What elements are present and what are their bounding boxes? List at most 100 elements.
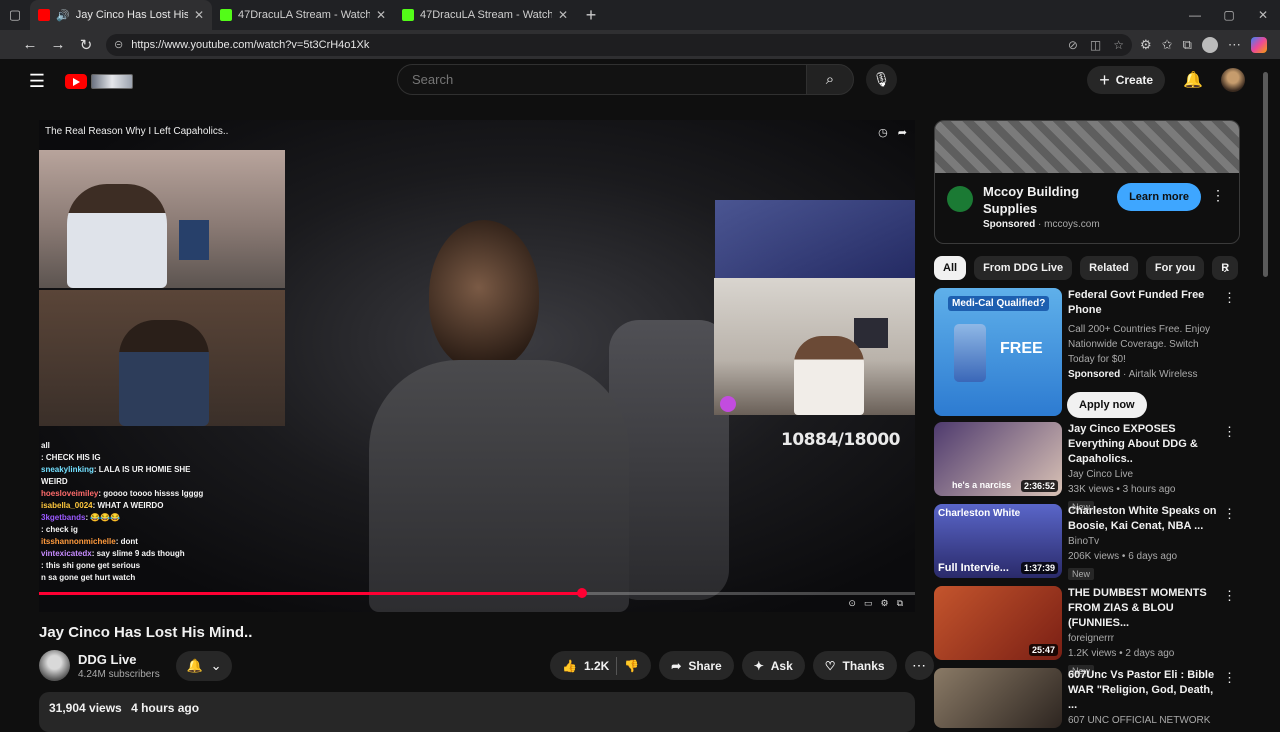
rec-options-icon[interactable]: ⋮	[1223, 424, 1236, 440]
channel-name[interactable]: DDG Live	[78, 652, 160, 667]
more-options-icon[interactable]: ⋯	[1228, 37, 1241, 53]
rec-item[interactable]: 607Unc Vs Pastor Eli : Bible WAR "Religi…	[934, 668, 1240, 728]
webcam-person-3	[794, 336, 864, 415]
advertiser-name[interactable]: Mccoy Building Supplies	[983, 183, 1103, 217]
lock-icon[interactable]: ⊝	[114, 38, 123, 51]
description-box[interactable]: 31,904 views 4 hours ago	[39, 692, 915, 732]
hamburger-menu-icon[interactable]: ☰	[17, 61, 57, 101]
progress-bar[interactable]	[39, 588, 915, 598]
close-window-icon[interactable]: ✕	[1246, 0, 1280, 30]
subtitles-icon[interactable]: ▭	[864, 598, 873, 609]
rec-title[interactable]: Jay Cinco EXPOSES Everything About DDG &…	[1068, 422, 1218, 467]
channel-avatar[interactable]	[39, 650, 70, 681]
thanks-button[interactable]: ♡ Thanks	[812, 651, 897, 680]
browser-tab-kick-1[interactable]: 47DracuLA Stream - Watch Live o ✕	[212, 0, 394, 30]
profile-icon[interactable]	[1201, 36, 1218, 53]
rec-options-icon[interactable]: ⋮	[1223, 670, 1236, 686]
url-bar[interactable]: ⊝ https://www.youtube.com/watch?v=5t3CrH…	[106, 33, 1132, 56]
speaker-icon[interactable]: 🔊	[56, 9, 70, 22]
copilot-icon[interactable]	[1250, 36, 1267, 53]
close-tab-icon[interactable]: ✕	[194, 8, 204, 22]
share-icon: ➦	[671, 658, 682, 673]
ask-button[interactable]: ✦ Ask	[741, 651, 805, 680]
chat-message: sneakylinking: LALA IS UR HOMIE SHE WEIR…	[41, 464, 211, 488]
tab-title: Jay Cinco Has Lost His Mind..	[75, 9, 188, 21]
chevron-right-icon[interactable]: ›	[1223, 260, 1228, 276]
forward-icon[interactable]: →	[44, 31, 72, 59]
ad-banner-image[interactable]	[935, 121, 1239, 173]
rec-channel[interactable]: BinoTv	[1068, 534, 1218, 549]
create-button[interactable]: + Create	[1087, 66, 1166, 94]
page-scrollbar[interactable]	[1263, 72, 1268, 277]
settings-icon[interactable]: ⚙	[880, 598, 888, 609]
rec-options-icon[interactable]: ⋮	[1223, 290, 1236, 306]
player-overlay-title[interactable]: The Real Reason Why I Left Capaholics..	[45, 126, 228, 137]
autoplay-toggle-icon[interactable]: ⊙	[848, 598, 856, 609]
rec-channel[interactable]: Jay Cinco Live	[1068, 467, 1218, 482]
learn-more-button[interactable]: Learn more	[1117, 183, 1201, 211]
rec-thumbnail[interactable]	[934, 668, 1062, 728]
apply-now-button[interactable]: Apply now	[1067, 392, 1147, 418]
maximize-icon[interactable]: ▢	[1212, 0, 1246, 30]
chat-message: isabella_0024: WHAT A WEIRDO	[41, 500, 211, 512]
account-avatar[interactable]	[1221, 68, 1245, 92]
rec-options-icon[interactable]: ⋮	[1223, 588, 1236, 604]
share-arrow-icon[interactable]: ➦	[898, 126, 907, 139]
dislike-icon[interactable]: 👎	[624, 659, 639, 673]
back-icon[interactable]: ←	[16, 31, 44, 59]
close-tab-icon[interactable]: ✕	[376, 8, 386, 22]
tab-actions-icon[interactable]: ▢	[0, 0, 30, 30]
rec-title[interactable]: 607Unc Vs Pastor Eli : Bible WAR "Religi…	[1068, 668, 1218, 713]
favorites-icon[interactable]: ✩	[1162, 37, 1173, 53]
split-screen-icon[interactable]: ◫	[1090, 38, 1101, 52]
search-button[interactable]: ⌕	[806, 64, 854, 95]
rec-title[interactable]: THE DUMBEST MOMENTS FROM ZIAS & BLOU (FU…	[1068, 586, 1218, 631]
rec-title[interactable]: Charleston White Speaks on Boosie, Kai C…	[1068, 504, 1218, 534]
sparkle-icon: ✦	[753, 658, 764, 673]
kick-favicon-icon	[220, 9, 232, 21]
search-input[interactable]	[397, 64, 806, 95]
rec-ad-item[interactable]: Medi-Cal Qualified? FREE Federal Govt Fu…	[934, 288, 1240, 418]
share-button[interactable]: ➦ Share	[659, 651, 734, 680]
rec-item[interactable]: he's a narciss 2:36:52 Jay Cinco EXPOSES…	[934, 422, 1240, 515]
notifications-bell-icon[interactable]: 🔔	[1183, 70, 1203, 90]
new-tab-icon[interactable]: +	[576, 0, 606, 30]
rec-ad-thumbnail[interactable]: Medi-Cal Qualified? FREE	[934, 288, 1062, 416]
favorite-star-icon[interactable]: ☆	[1113, 38, 1124, 52]
rec-thumbnail[interactable]: Charleston White Full Intervie... 1:37:3…	[934, 504, 1062, 578]
chip-all[interactable]: All	[934, 256, 967, 280]
plus-icon: +	[1099, 69, 1110, 90]
like-icon[interactable]: 👍	[562, 659, 577, 673]
browser-tab-youtube[interactable]: 🔊 Jay Cinco Has Lost His Mind.. ✕	[30, 0, 212, 30]
like-count[interactable]: 1.2K	[584, 659, 609, 673]
close-tab-icon[interactable]: ✕	[558, 8, 568, 22]
youtube-logo[interactable]	[65, 73, 133, 89]
rec-options-icon[interactable]: ⋮	[1223, 506, 1236, 522]
chip-from-channel[interactable]: From DDG Live	[974, 256, 1073, 280]
ad-options-icon[interactable]: ⋮	[1211, 187, 1225, 204]
rec-title[interactable]: Federal Govt Funded Free Phone	[1068, 288, 1218, 318]
video-player[interactable]: The Real Reason Why I Left Capaholics.. …	[39, 120, 915, 612]
rec-channel[interactable]: 607 UNC OFFICIAL NETWORK	[1068, 713, 1218, 728]
notification-preferences-button[interactable]: 🔔 ⌄	[176, 651, 232, 681]
address-toolbar: ← → ↻ ⊝ https://www.youtube.com/watch?v=…	[0, 30, 1280, 59]
refresh-icon[interactable]: ↻	[72, 31, 100, 59]
view-count: 31,904 views	[49, 701, 122, 715]
rec-thumbnail[interactable]: 25:47	[934, 586, 1062, 660]
rec-item[interactable]: 25:47 THE DUMBEST MOMENTS FROM ZIAS & BL…	[934, 586, 1240, 679]
chip-related[interactable]: Related	[1080, 256, 1138, 280]
more-actions-button[interactable]: ⋯	[904, 651, 934, 680]
browser-tab-kick-2[interactable]: 47DracuLA Stream - Watch Live o ✕	[394, 0, 576, 30]
voice-search-button[interactable]: 🎙	[866, 64, 897, 95]
watch-later-icon[interactable]: ◷	[878, 126, 888, 139]
rec-channel[interactable]: foreignerrr	[1068, 631, 1218, 646]
extension-icon[interactable]: ⚙	[1140, 37, 1152, 53]
tracking-icon[interactable]: ⊘	[1068, 38, 1078, 52]
collections-icon[interactable]: ⧉	[1183, 37, 1192, 53]
rec-thumbnail[interactable]: he's a narciss 2:36:52	[934, 422, 1062, 496]
miniplayer-icon[interactable]: ⧉	[897, 598, 903, 609]
rec-item[interactable]: Charleston White Full Intervie... 1:37:3…	[934, 504, 1240, 582]
sponsored-ad-card[interactable]: Mccoy Building Supplies Sponsored · mcco…	[934, 120, 1240, 244]
chip-for-you[interactable]: For you	[1145, 256, 1205, 280]
minimize-icon[interactable]: —	[1178, 0, 1212, 30]
